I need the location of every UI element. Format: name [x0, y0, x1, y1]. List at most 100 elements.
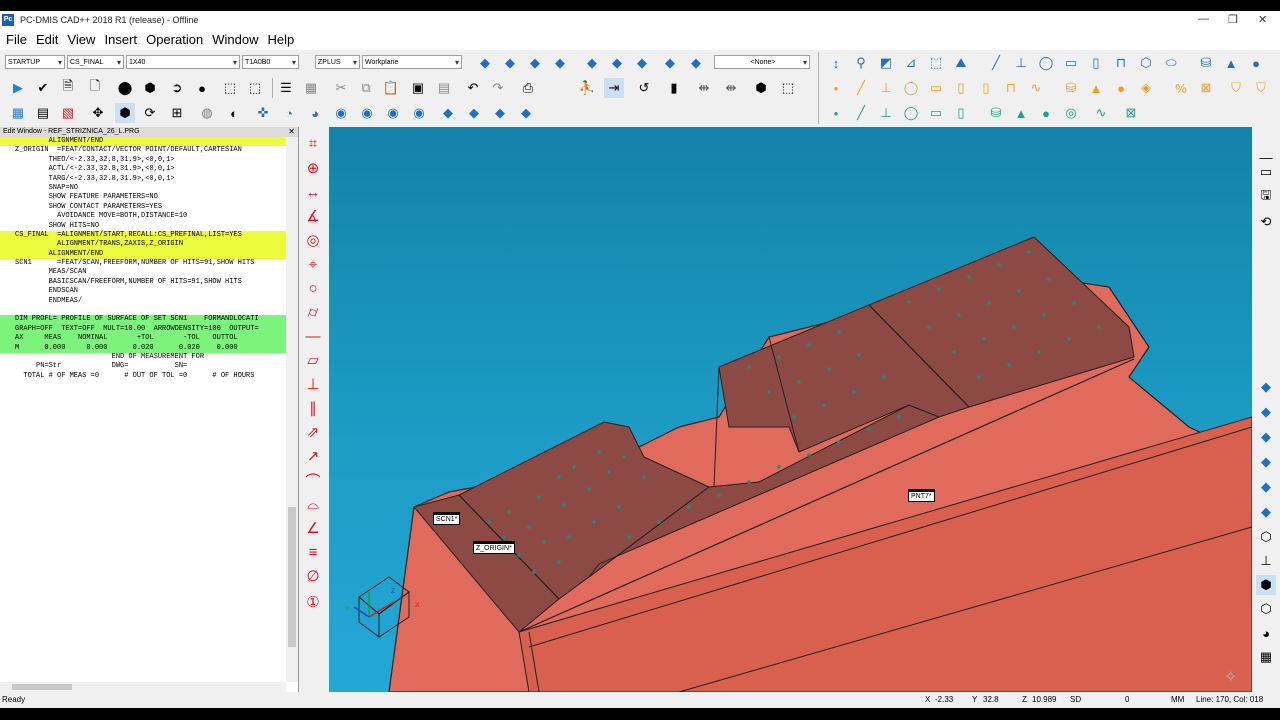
- view-iso-icon[interactable]: ⬡: [1256, 527, 1276, 547]
- counter-icon[interactable]: ▮: [664, 78, 684, 98]
- orange-curve-icon[interactable]: ∿: [1026, 78, 1046, 98]
- fit-icon[interactable]: ⊞: [167, 103, 187, 123]
- code-line[interactable]: M 0.000 0.000 0.020 0.020 0.000: [0, 343, 286, 353]
- cylindricity-icon[interactable]: ⌭: [303, 302, 323, 322]
- solid-view-icon[interactable]: ⬢: [1256, 575, 1276, 595]
- code-line[interactable]: TOTAL # OF MEAS =0 # OUT OF TOL =0 # OF …: [0, 372, 286, 381]
- cube-black-icon[interactable]: ⬢: [751, 78, 771, 98]
- total-runout-icon[interactable]: ⇗: [303, 422, 323, 442]
- diameter-icon[interactable]: ∅: [303, 566, 323, 586]
- probe-readout-icon[interactable]: ⛹: [577, 78, 597, 98]
- location-icon[interactable]: ⊕: [303, 158, 323, 178]
- paste-pattern-icon[interactable]: ▤: [434, 78, 454, 98]
- cursor-select-icon[interactable]: ⬚: [778, 78, 798, 98]
- paste-special-icon[interactable]: ▣: [408, 78, 428, 98]
- startup-combo[interactable]: STARTUP: [5, 55, 65, 70]
- cylinder-icon[interactable]: ⛁: [1196, 53, 1216, 73]
- probe-tip-combo[interactable]: 1X40: [126, 55, 240, 70]
- angularity-icon[interactable]: ∠: [303, 518, 323, 538]
- symmetry-icon[interactable]: ≡: [303, 542, 323, 562]
- code-line[interactable]: CS_FINAL =ALIGNMENT/START,RECALL:CS_PREF…: [0, 230, 286, 241]
- close-button[interactable]: ✕: [1258, 13, 1267, 26]
- cad-viewport[interactable]: X Y Z ✧ SCN1* Z_ORIGIN* PNT7*: [329, 127, 1252, 692]
- code-line[interactable]: END OF MEASUREMENT FOR: [0, 353, 286, 362]
- edge-point-icon[interactable]: ◩: [876, 53, 896, 73]
- flatness-icon[interactable]: ▱: [303, 350, 323, 370]
- copy-icon[interactable]: ⧉: [356, 78, 376, 98]
- teal-circle-icon[interactable]: ◯: [901, 103, 921, 123]
- shapes-icon[interactable]: ◕: [1256, 623, 1276, 643]
- runout-icon[interactable]: ↗: [303, 446, 323, 466]
- profile-surface-icon[interactable]: ⌓: [303, 494, 323, 514]
- teal-rect-icon[interactable]: ▯: [951, 103, 971, 123]
- probe-mode-icon[interactable]: ✜: [253, 103, 273, 123]
- orange-box-icon[interactable]: ⊠: [1196, 78, 1216, 98]
- print-icon[interactable]: ⎙: [518, 78, 538, 98]
- vector-point-icon[interactable]: ↕: [826, 53, 846, 73]
- line-icon[interactable]: ╱: [986, 53, 1006, 73]
- profile-line-icon[interactable]: ⌒: [303, 470, 323, 490]
- concentricity-icon[interactable]: ◎: [303, 230, 323, 250]
- code-line[interactable]: SCN1 =FEAT/SCAN,FREEFORM,NUMBER OF HITS=…: [0, 259, 286, 268]
- code-line[interactable]: Z_ORIGIN =FEAT/CONTACT/VECTOR POINT/DEFA…: [0, 146, 286, 155]
- filter-alt-icon[interactable]: ⛉: [1251, 78, 1271, 98]
- code-line[interactable]: DIM PROFL= PROFILE OF SURFACE OF SET SCN…: [0, 315, 286, 325]
- cube-solid-icon[interactable]: ⬢: [140, 78, 160, 98]
- cube-info-icon[interactable]: ◆: [550, 53, 570, 73]
- surface-point-icon[interactable]: ⚲: [851, 53, 871, 73]
- play-icon[interactable]: ▶: [8, 78, 28, 98]
- redo-icon[interactable]: ↷: [488, 78, 508, 98]
- cube-icon[interactable]: ◆: [475, 53, 495, 73]
- code-line[interactable]: GRAPH=OFF TEXT=OFF MULT=10.00 ARROWDENSI…: [0, 324, 286, 335]
- view-left-icon[interactable]: ◆: [1256, 452, 1276, 472]
- orange-cylinder-icon[interactable]: ⛁: [1061, 78, 1081, 98]
- corner-point-icon[interactable]: ⬚: [926, 53, 946, 73]
- probe-ball-icon[interactable]: ◉: [357, 103, 377, 123]
- code-line[interactable]: BASICSCAN/FREEFORM,NUMBER OF HITS=91,SHO…: [0, 278, 286, 287]
- checkmark-icon[interactable]: ✔: [33, 78, 53, 98]
- notch-icon[interactable]: ⊓: [1111, 53, 1131, 73]
- filter-icon[interactable]: ⛉: [1226, 78, 1246, 98]
- teal-cylinder-icon[interactable]: ⛁: [986, 103, 1006, 123]
- code-line[interactable]: ACTL/<-2.33,32.8,31.9>,<0,0,1>: [0, 165, 286, 174]
- distance-icon[interactable]: ↔: [303, 182, 323, 202]
- stop-icon[interactable]: ⬤: [115, 78, 135, 98]
- code-line[interactable]: ENDSCAN: [0, 287, 286, 296]
- position-icon[interactable]: ⌖: [303, 254, 323, 274]
- keyin-icon[interactable]: ①: [303, 592, 323, 612]
- table-icon[interactable]: ▦: [301, 78, 321, 98]
- teal-cone-icon[interactable]: ▲: [1011, 103, 1031, 123]
- loop-icon[interactable]: ↺: [634, 78, 654, 98]
- cube-points-icon[interactable]: ◆: [582, 53, 602, 73]
- restore-view-icon[interactable]: ▭: [1256, 162, 1276, 182]
- menu-window[interactable]: Window: [212, 32, 258, 47]
- pnt7-label[interactable]: PNT7*: [908, 489, 935, 502]
- grid-icon[interactable]: ▦: [1256, 647, 1276, 667]
- arrow-circle-icon[interactable]: ➲: [167, 78, 187, 98]
- cube-probe-icon[interactable]: ◆: [438, 103, 458, 123]
- code-line[interactable]: MEAS/SCAN: [0, 268, 286, 277]
- straightness-icon[interactable]: —: [303, 326, 323, 346]
- circularity-icon[interactable]: ○: [303, 278, 323, 298]
- list-icon[interactable]: ☰: [276, 78, 296, 98]
- view-bottom-icon[interactable]: ◆: [1256, 502, 1276, 522]
- angle-icon[interactable]: ∡: [303, 206, 323, 226]
- orange-percent-icon[interactable]: %: [1171, 78, 1191, 98]
- code-line[interactable]: ALIGNMENT/END: [0, 137, 286, 147]
- layout-icon[interactable]: ▤: [33, 103, 53, 123]
- orange-rect-icon[interactable]: ▯: [976, 78, 996, 98]
- code-line[interactable]: AVOIDANCE MOVE=BOTH,DISTANCE=10: [0, 212, 286, 221]
- parallelism-icon[interactable]: ∥: [303, 398, 323, 418]
- dial-icon[interactable]: ◕: [305, 103, 325, 123]
- scn1-label[interactable]: SCN1*: [433, 512, 461, 525]
- code-line[interactable]: ALIGNMENT/END: [0, 249, 286, 260]
- orange-point-icon[interactable]: •: [826, 78, 846, 98]
- code-line[interactable]: SHOW CONTACT PARAMETERS=YES: [0, 203, 286, 212]
- menu-view[interactable]: View: [67, 32, 95, 47]
- undo-icon[interactable]: ↶: [463, 78, 483, 98]
- orange-notch-icon[interactable]: ⊓: [1001, 78, 1021, 98]
- probe-touch-icon[interactable]: ◉: [383, 103, 403, 123]
- minimize-button[interactable]: —: [1198, 13, 1209, 25]
- code-line[interactable]: [0, 306, 286, 315]
- paste-icon[interactable]: 📋: [381, 78, 401, 98]
